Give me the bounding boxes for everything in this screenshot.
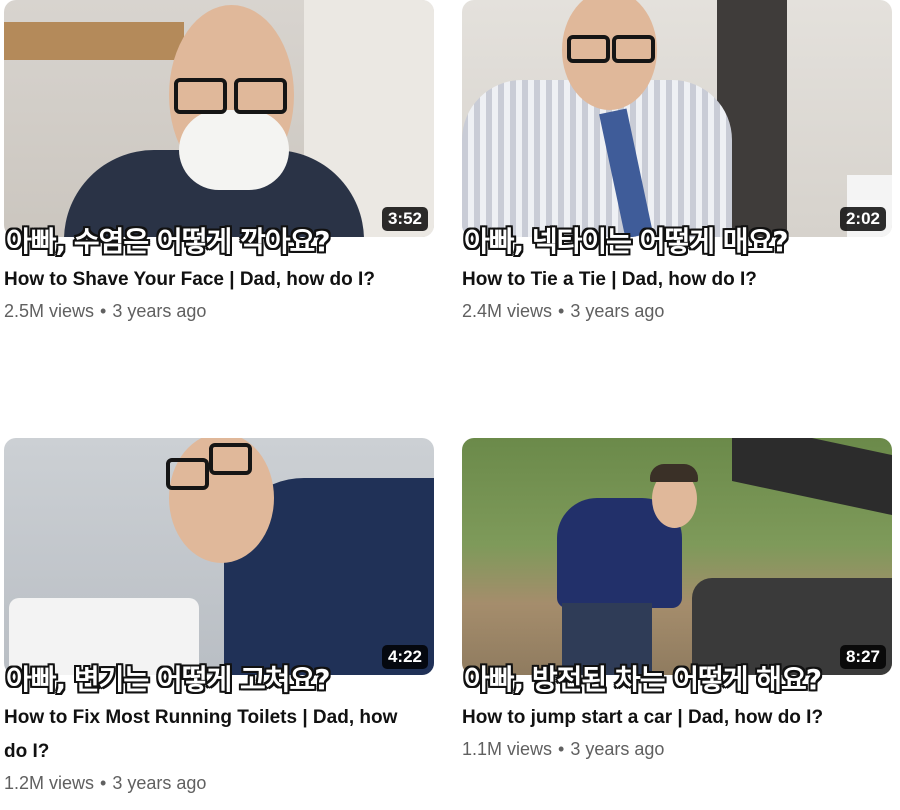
cap	[650, 464, 698, 482]
view-count: 2.5M views	[4, 301, 95, 321]
duration-badge: 2:02	[839, 207, 886, 231]
video-meta: 2.4M views • 3 years ago	[462, 301, 892, 322]
shaving-cream	[179, 110, 289, 190]
view-count: 2.4M views	[462, 301, 553, 321]
upload-age: 3 years ago	[570, 301, 665, 321]
duration-badge: 3:52	[381, 207, 428, 231]
video-card[interactable]: 3:52 아빠, 수염은 어떻게 깍아요? How to Shave Your …	[4, 0, 434, 322]
upload-age: 3 years ago	[570, 739, 665, 759]
korean-caption: 아빠, 수염은 어떻게 깍아요?	[6, 225, 330, 258]
coat-rack	[4, 22, 184, 60]
glasses	[612, 35, 655, 63]
glasses	[174, 78, 227, 114]
korean-caption: 아빠, 방전된 차는 어떻게 해요?	[464, 663, 822, 696]
separator: •	[558, 301, 565, 321]
korean-caption: 아빠, 변기는 어떻게 고쳐요?	[6, 663, 330, 696]
video-card[interactable]: 2:02 아빠, 넥타이는 어떻게 매요? How to Tie a Tie |…	[462, 0, 892, 322]
duration-badge: 4:22	[381, 645, 428, 669]
view-count: 1.1M views	[462, 739, 553, 759]
glasses	[567, 35, 610, 63]
korean-caption: 아빠, 넥타이는 어떻게 매요?	[464, 225, 788, 258]
video-card[interactable]: 4:22 아빠, 변기는 어떻게 고쳐요? How to Fix Most Ru…	[4, 438, 434, 794]
separator: •	[100, 301, 107, 321]
upload-age: 3 years ago	[112, 773, 207, 793]
video-meta: 1.1M views • 3 years ago	[462, 739, 892, 760]
separator: •	[558, 739, 565, 759]
video-title[interactable]: How to jump start a car | Dad, how do I?	[462, 701, 862, 735]
glasses	[209, 443, 252, 475]
video-thumbnail[interactable]: 8:27	[462, 438, 892, 675]
video-thumbnail[interactable]: 2:02	[462, 0, 892, 237]
video-thumbnail[interactable]: 3:52	[4, 0, 434, 237]
video-title[interactable]: How to Shave Your Face | Dad, how do I?	[4, 263, 404, 297]
video-meta: 1.2M views • 3 years ago	[4, 773, 434, 794]
glasses	[234, 78, 287, 114]
view-count: 1.2M views	[4, 773, 95, 793]
video-title[interactable]: How to Tie a Tie | Dad, how do I?	[462, 263, 862, 297]
video-meta: 2.5M views • 3 years ago	[4, 301, 434, 322]
glasses	[166, 458, 209, 490]
video-card[interactable]: 8:27 아빠, 방전된 차는 어떻게 해요? How to jump star…	[462, 438, 892, 760]
upload-age: 3 years ago	[112, 301, 207, 321]
duration-badge: 8:27	[839, 645, 886, 669]
separator: •	[100, 773, 107, 793]
video-thumbnail[interactable]: 4:22	[4, 438, 434, 675]
video-title[interactable]: How to Fix Most Running Toilets | Dad, h…	[4, 701, 404, 769]
